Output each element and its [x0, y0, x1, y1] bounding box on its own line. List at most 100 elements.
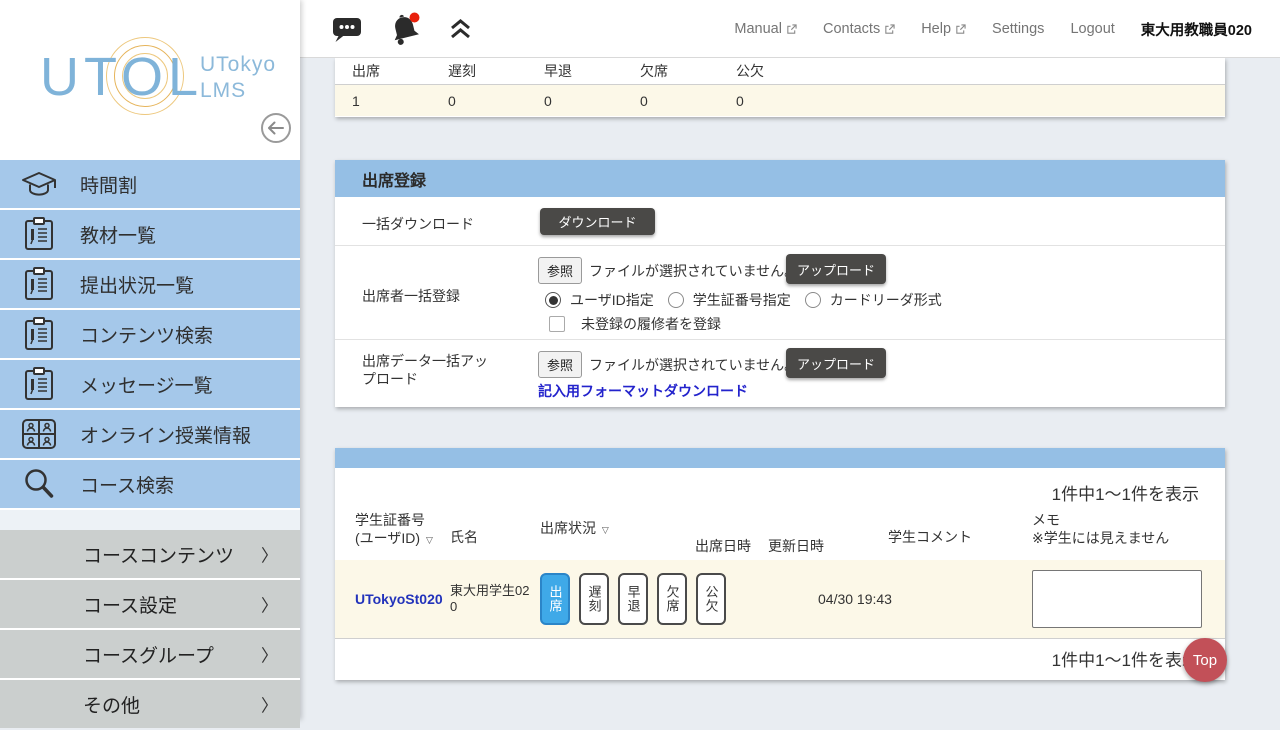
- upload-button[interactable]: アップロード: [786, 254, 886, 284]
- sidebar-section-divider: [0, 510, 300, 530]
- data-bulk-upload-label: 出席データ一括アップロード: [362, 352, 496, 388]
- attendance-stats-table: 出席 遅刻 早退 欠席 公欠 1 0 0 0 0: [335, 58, 1225, 117]
- no-file-selected-text: ファイルが選択されていません。: [589, 261, 798, 281]
- sidebar-item-materials[interactable]: 教材一覧: [0, 210, 300, 258]
- attendance-registration-panel: 出席登録 一括ダウンロード ダウンロード 出席者一括登録 参照 ファイルが選択さ…: [335, 160, 1225, 407]
- result-count-bottom: 1件中1〜1件を表示: [1052, 646, 1199, 671]
- attendee-bulk-register-row: 出席者一括登録 参照 ファイルが選択されていません。 アップロード ユーザID指…: [335, 246, 1225, 340]
- logo-subtitle: UTokyo LMS: [200, 52, 276, 105]
- help-link[interactable]: Help: [921, 21, 966, 37]
- status-button-present[interactable]: 出席: [540, 573, 570, 625]
- online-class-icon: [20, 415, 58, 453]
- help-link-label: Help: [921, 21, 951, 37]
- sidebar-item-others[interactable]: その他 〉: [0, 680, 300, 728]
- sidebar-collapse-button[interactable]: [260, 112, 292, 144]
- attendee-bulk-register-label: 出席者一括登録: [362, 286, 460, 306]
- scroll-to-top-button[interactable]: Top: [1183, 638, 1227, 682]
- memo-textarea[interactable]: [1032, 570, 1202, 628]
- sidebar-item-course-search[interactable]: コース検索: [0, 460, 300, 508]
- memo-header-line1: メモ: [1032, 511, 1169, 529]
- sidebar: UTOL UTokyo LMS 時間割 教材一覧 提出状況: [0, 0, 300, 720]
- stats-header-present: 出席: [335, 61, 431, 81]
- settings-link-label: Settings: [992, 21, 1044, 37]
- radio-unselected-icon[interactable]: [668, 292, 684, 308]
- sidebar-item-timetable[interactable]: 時間割: [0, 160, 300, 208]
- sidebar-item-label: コンテンツ検索: [80, 321, 213, 348]
- contacts-link[interactable]: Contacts: [823, 21, 895, 37]
- upload-button[interactable]: アップロード: [786, 348, 886, 378]
- column-header-student-id[interactable]: 学生証番号 (ユーザID) ▽: [355, 511, 433, 549]
- sidebar-item-content-search[interactable]: コンテンツ検索: [0, 310, 300, 358]
- radio-label: ユーザID指定: [570, 290, 654, 310]
- sidebar-item-course-settings[interactable]: コース設定 〉: [0, 580, 300, 628]
- logo-subtitle-line1: UTokyo: [200, 52, 276, 78]
- logo-subtitle-line2: LMS: [200, 78, 276, 104]
- sidebar-item-label: コース検索: [80, 471, 174, 498]
- table-header-bar: [335, 448, 1225, 468]
- sort-icon[interactable]: ▽: [426, 535, 433, 545]
- contacts-link-label: Contacts: [823, 21, 880, 37]
- status-button-absent[interactable]: 欠席: [657, 573, 687, 625]
- result-count-top: 1件中1〜1件を表示: [1052, 480, 1199, 505]
- status-button-late[interactable]: 遅刻: [579, 573, 609, 625]
- radio-option-card-reader[interactable]: カードリーダ形式: [805, 290, 942, 310]
- student-id-header-line2: (ユーザID): [355, 530, 420, 546]
- radio-unselected-icon[interactable]: [805, 292, 821, 308]
- radio-option-user-id[interactable]: ユーザID指定: [545, 290, 654, 310]
- utol-logo: UTOL UTokyo LMS: [40, 40, 280, 120]
- stats-header-excused: 公欠: [719, 61, 815, 81]
- username: 東大用教職員020: [1141, 19, 1252, 40]
- radio-selected-icon[interactable]: [545, 292, 561, 308]
- stats-value-excused: 0: [719, 93, 815, 109]
- sort-icon[interactable]: ▽: [602, 525, 609, 535]
- column-header-status[interactable]: 出席状況 ▽: [540, 519, 609, 539]
- sidebar-item-messages[interactable]: メッセージ一覧: [0, 360, 300, 408]
- student-id-header-line1: 学生証番号: [355, 511, 433, 529]
- checkbox-label: 未登録の履修者を登録: [581, 314, 721, 334]
- collapse-topbar-icon[interactable]: [448, 18, 473, 41]
- stats-header-late: 遅刻: [431, 61, 527, 81]
- radio-label: 学生証番号指定: [693, 290, 791, 310]
- notification-dot: [410, 13, 420, 23]
- status-button-early-leave[interactable]: 早退: [618, 573, 648, 625]
- checkbox-icon[interactable]: [549, 316, 565, 332]
- graduation-cap-icon: [20, 165, 58, 203]
- stats-value-row: 1 0 0 0 0: [335, 85, 1225, 116]
- search-icon: [20, 465, 58, 503]
- browse-file-button[interactable]: 参照: [538, 351, 582, 378]
- column-header-student-comment: 学生コメント: [888, 528, 972, 546]
- download-button[interactable]: ダウンロード: [540, 208, 655, 235]
- column-header-name: 氏名: [450, 528, 478, 546]
- stats-header-row: 出席 遅刻 早退 欠席 公欠: [335, 58, 1225, 85]
- external-link-icon: [955, 24, 966, 35]
- settings-link[interactable]: Settings: [992, 21, 1044, 37]
- radio-option-student-card-number[interactable]: 学生証番号指定: [668, 290, 791, 310]
- student-id-link[interactable]: UTokyoSt020: [355, 591, 443, 607]
- manual-link[interactable]: Manual: [734, 21, 797, 37]
- column-header-memo: メモ ※学生には見えません: [1032, 511, 1169, 547]
- sidebar-item-label: コースグループ: [83, 641, 214, 668]
- external-link-icon: [786, 24, 797, 35]
- section-title: 出席登録: [335, 160, 1225, 197]
- sidebar-item-course-contents[interactable]: コースコンテンツ 〉: [0, 530, 300, 578]
- format-download-link[interactable]: 記入用フォーマットダウンロード: [538, 381, 748, 401]
- notifications-bell-icon[interactable]: [386, 10, 424, 48]
- clipboard-icon: [20, 265, 58, 303]
- bulk-download-label: 一括ダウンロード: [362, 214, 474, 234]
- arrow-left-circle-icon: [260, 112, 292, 144]
- bulk-download-row: 一括ダウンロード ダウンロード: [335, 197, 1225, 246]
- sidebar-item-submission-status[interactable]: 提出状況一覧: [0, 260, 300, 308]
- status-button-excused[interactable]: 公欠: [696, 573, 726, 625]
- register-unregistered-checkbox[interactable]: 未登録の履修者を登録: [549, 314, 721, 334]
- sidebar-item-course-group[interactable]: コースグループ 〉: [0, 630, 300, 678]
- logout-link[interactable]: Logout: [1070, 21, 1114, 37]
- status-button-group: 出席 遅刻 早退 欠席 公欠: [540, 573, 726, 625]
- messages-icon[interactable]: [332, 15, 362, 44]
- browse-file-button[interactable]: 参照: [538, 257, 582, 284]
- memo-header-line2: ※学生には見えません: [1032, 529, 1169, 547]
- sidebar-item-label: 時間割: [80, 171, 137, 198]
- radio-label: カードリーダ形式: [830, 290, 942, 310]
- chevron-right-icon: 〉: [261, 692, 278, 717]
- sidebar-item-label: 教材一覧: [80, 221, 156, 248]
- sidebar-item-online-class-info[interactable]: オンライン授業情報: [0, 410, 300, 458]
